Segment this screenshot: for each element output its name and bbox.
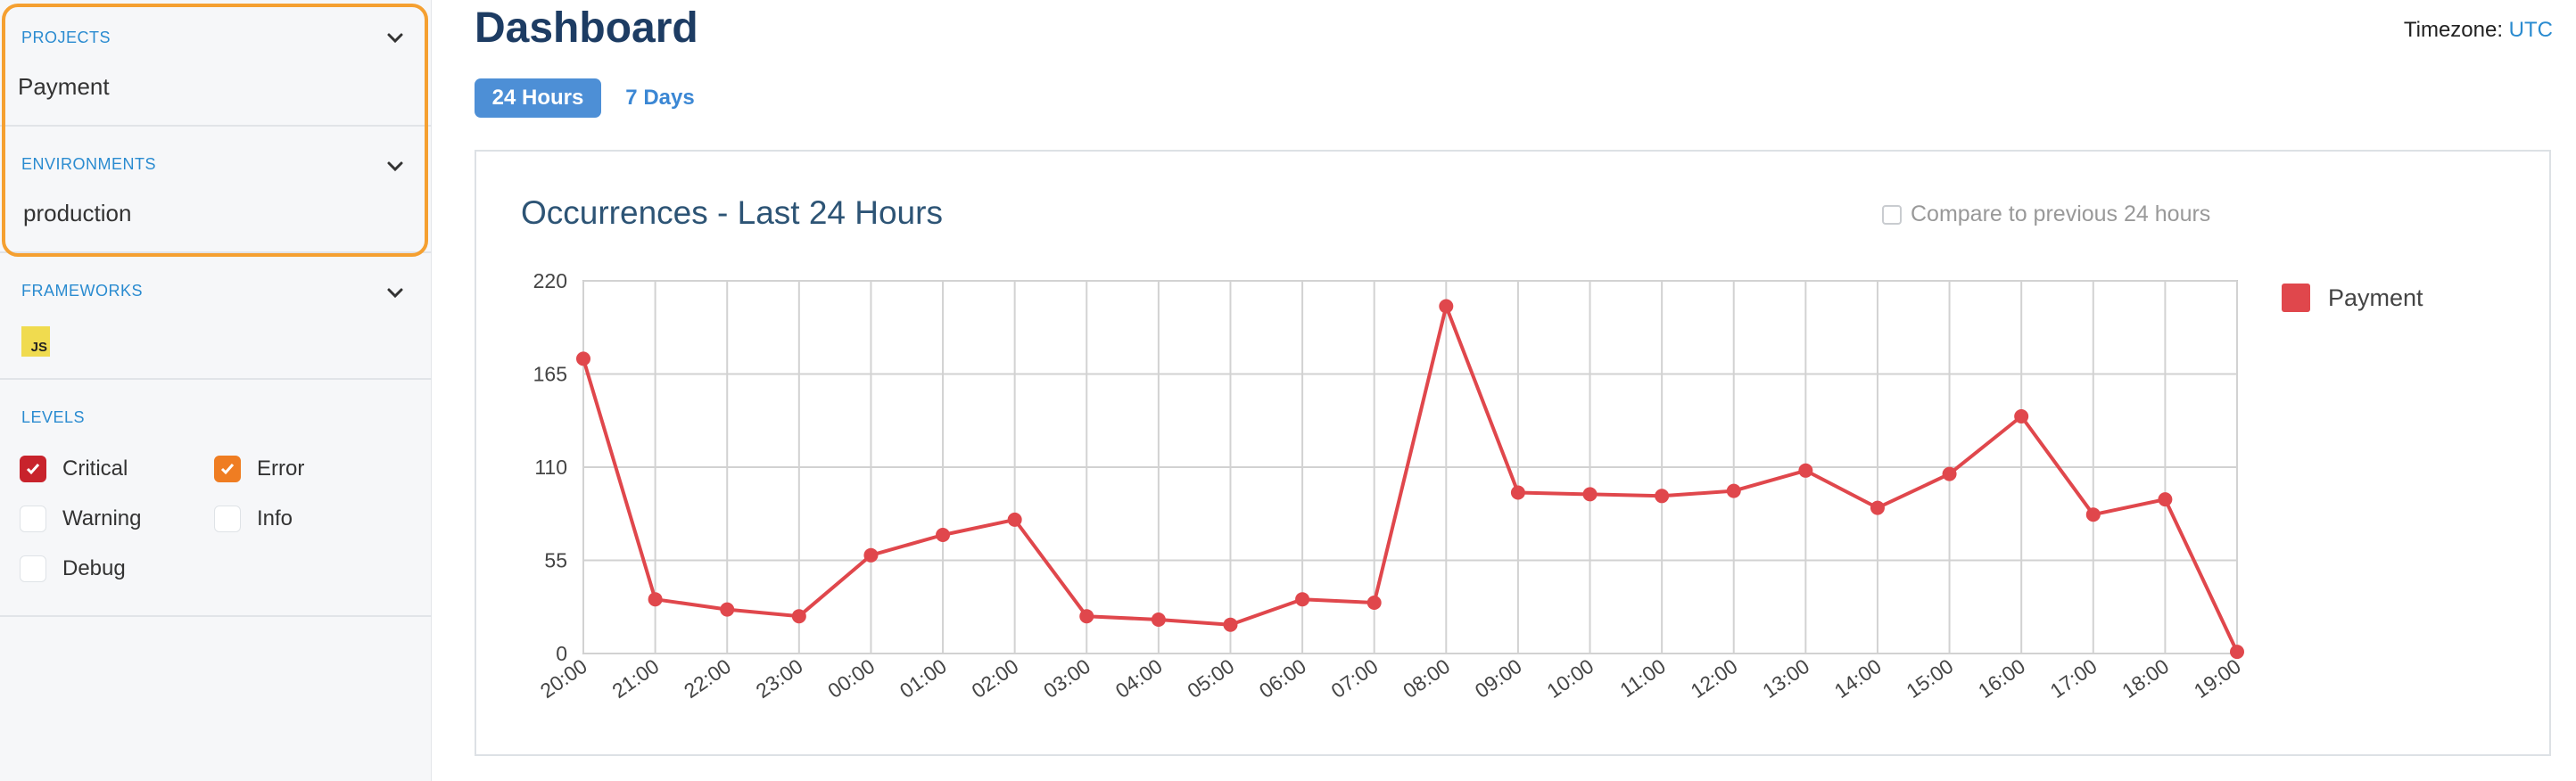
levels-title: LEVELS: [21, 408, 86, 426]
tab-7-days[interactable]: 7 Days: [615, 78, 705, 118]
level-label: Info: [257, 506, 293, 530]
chart-title: Occurrences - Last 24 Hours: [521, 194, 943, 231]
level-label: Warning: [62, 506, 142, 530]
timezone-display: Timezone: UTC: [2404, 18, 2553, 43]
info-checkbox[interactable]: [214, 506, 241, 532]
level-critical[interactable]: Critical: [20, 451, 128, 487]
check-icon: [220, 464, 235, 475]
timezone-link[interactable]: UTC: [2509, 18, 2553, 42]
level-debug[interactable]: Debug: [20, 551, 126, 587]
level-error[interactable]: Error: [214, 451, 304, 487]
frameworks-title: FRAMEWORKS: [21, 282, 144, 300]
level-label: Debug: [62, 556, 126, 580]
project-selector[interactable]: Payment: [18, 73, 110, 101]
javascript-icon[interactable]: JS: [21, 326, 50, 357]
level-label: Error: [257, 456, 305, 481]
tab-24-hours[interactable]: 24 Hours: [475, 78, 601, 118]
frameworks-section: FRAMEWORKS: [0, 253, 432, 380]
debug-checkbox[interactable]: [20, 555, 46, 582]
level-info[interactable]: Info: [214, 501, 293, 537]
environments-title: ENVIRONMENTS: [21, 155, 157, 173]
chart-card: Occurrences - Last 24 Hours Compare to p…: [475, 150, 2551, 756]
warning-checkbox[interactable]: [20, 506, 46, 532]
compare-label: Compare to previous 24 hours: [1911, 201, 2211, 226]
sidebar: PROJECTS Payment ENVIRONMENTS production…: [0, 0, 432, 781]
compare-toggle[interactable]: Compare to previous 24 hours: [1882, 201, 2210, 227]
environments-section: ENVIRONMENTS production: [0, 127, 432, 253]
level-label: Critical: [62, 456, 128, 481]
chevron-down-icon[interactable]: [384, 27, 407, 50]
level-warning[interactable]: Warning: [20, 501, 141, 537]
projects-section: PROJECTS Payment: [0, 0, 432, 127]
environment-selector[interactable]: production: [23, 200, 131, 227]
projects-title: PROJECTS: [21, 29, 111, 46]
error-checkbox[interactable]: [214, 456, 241, 482]
chart-legend[interactable]: Payment: [2282, 284, 2423, 312]
timezone-label: Timezone:: [2403, 18, 2503, 42]
js-badge-label: JS: [30, 340, 47, 355]
check-icon: [26, 464, 40, 475]
legend-label: Payment: [2328, 284, 2423, 311]
critical-checkbox[interactable]: [20, 456, 46, 482]
legend-swatch: [2282, 284, 2310, 312]
chevron-down-icon[interactable]: [384, 155, 407, 178]
chevron-down-icon[interactable]: [384, 282, 407, 305]
page-title: Dashboard: [475, 4, 698, 52]
compare-checkbox[interactable]: [1882, 204, 1902, 225]
